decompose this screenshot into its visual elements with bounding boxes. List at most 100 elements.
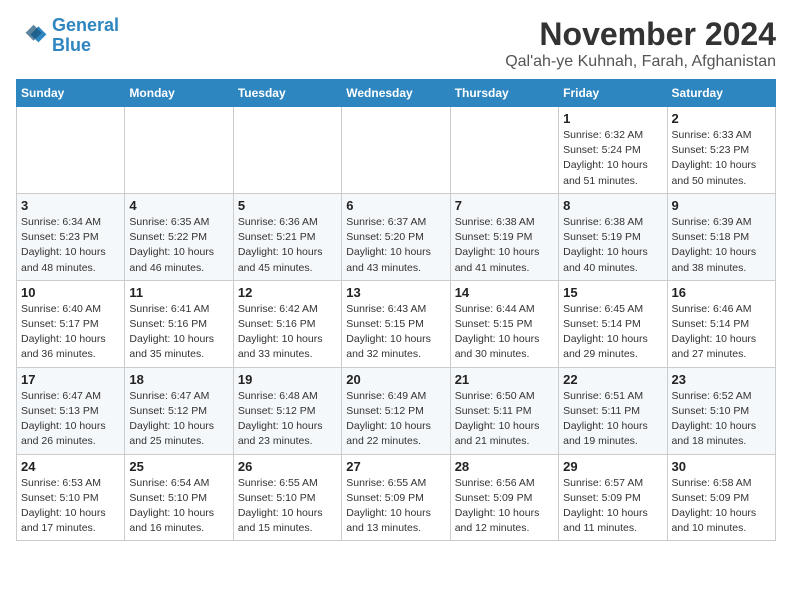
day-info: Sunrise: 6:52 AM Sunset: 5:10 PM Dayligh… — [672, 389, 771, 450]
day-number: 26 — [238, 459, 337, 474]
day-cell: 14 Sunrise: 6:44 AM Sunset: 5:15 PM Dayli… — [450, 280, 558, 367]
header-monday: Monday — [125, 80, 233, 107]
day-cell — [342, 107, 450, 194]
header-friday: Friday — [559, 80, 667, 107]
week-row-5: 24 Sunrise: 6:53 AM Sunset: 5:10 PM Dayli… — [17, 454, 776, 541]
title-section: November 2024 Qal'ah-ye Kuhnah, Farah, A… — [505, 16, 776, 71]
day-info: Sunrise: 6:55 AM Sunset: 5:09 PM Dayligh… — [346, 476, 445, 537]
day-cell: 1Sunrise: 6:32 AM Sunset: 5:24 PM Daylig… — [559, 107, 667, 194]
logo-icon — [16, 20, 48, 52]
day-number: 17 — [21, 372, 120, 387]
day-cell: 26 Sunrise: 6:55 AM Sunset: 5:10 PM Dayli… — [233, 454, 341, 541]
day-number: 11 — [129, 285, 228, 300]
day-number: 19 — [238, 372, 337, 387]
day-info: Sunrise: 6:44 AM Sunset: 5:15 PM Dayligh… — [455, 302, 554, 363]
day-info: Sunrise: 6:43 AM Sunset: 5:15 PM Dayligh… — [346, 302, 445, 363]
day-info: Sunrise: 6:48 AM Sunset: 5:12 PM Dayligh… — [238, 389, 337, 450]
header-saturday: Saturday — [667, 80, 775, 107]
day-cell: 8 Sunrise: 6:38 AM Sunset: 5:19 PM Daylig… — [559, 193, 667, 280]
day-info: Sunrise: 6:41 AM Sunset: 5:16 PM Dayligh… — [129, 302, 228, 363]
day-cell: 23 Sunrise: 6:52 AM Sunset: 5:10 PM Dayli… — [667, 367, 775, 454]
day-number: 24 — [21, 459, 120, 474]
day-number: 3 — [21, 198, 120, 213]
logo-line2: Blue — [52, 35, 91, 55]
calendar-header: SundayMondayTuesdayWednesdayThursdayFrid… — [17, 80, 776, 107]
header-row: SundayMondayTuesdayWednesdayThursdayFrid… — [17, 80, 776, 107]
day-number: 22 — [563, 372, 662, 387]
day-cell: 21 Sunrise: 6:50 AM Sunset: 5:11 PM Dayli… — [450, 367, 558, 454]
header: General Blue November 2024 Qal'ah-ye Kuh… — [16, 16, 776, 71]
day-cell: 19 Sunrise: 6:48 AM Sunset: 5:12 PM Dayli… — [233, 367, 341, 454]
day-cell: 12 Sunrise: 6:42 AM Sunset: 5:16 PM Dayli… — [233, 280, 341, 367]
day-cell — [233, 107, 341, 194]
day-number: 8 — [563, 198, 662, 213]
day-info: Sunrise: 6:49 AM Sunset: 5:12 PM Dayligh… — [346, 389, 445, 450]
day-number: 7 — [455, 198, 554, 213]
day-cell: 10Sunrise: 6:40 AM Sunset: 5:17 PM Dayli… — [17, 280, 125, 367]
day-cell: 7 Sunrise: 6:38 AM Sunset: 5:19 PM Daylig… — [450, 193, 558, 280]
day-number: 14 — [455, 285, 554, 300]
day-info: Sunrise: 6:54 AM Sunset: 5:10 PM Dayligh… — [129, 476, 228, 537]
day-number: 4 — [129, 198, 228, 213]
day-info: Sunrise: 6:38 AM Sunset: 5:19 PM Dayligh… — [563, 215, 662, 276]
day-cell: 20 Sunrise: 6:49 AM Sunset: 5:12 PM Dayli… — [342, 367, 450, 454]
day-number: 30 — [672, 459, 771, 474]
day-cell: 2Sunrise: 6:33 AM Sunset: 5:23 PM Daylig… — [667, 107, 775, 194]
day-cell: 11 Sunrise: 6:41 AM Sunset: 5:16 PM Dayli… — [125, 280, 233, 367]
day-info: Sunrise: 6:57 AM Sunset: 5:09 PM Dayligh… — [563, 476, 662, 537]
day-info: Sunrise: 6:40 AM Sunset: 5:17 PM Dayligh… — [21, 302, 120, 363]
day-number: 25 — [129, 459, 228, 474]
day-info: Sunrise: 6:58 AM Sunset: 5:09 PM Dayligh… — [672, 476, 771, 537]
header-tuesday: Tuesday — [233, 80, 341, 107]
calendar-body: 1Sunrise: 6:32 AM Sunset: 5:24 PM Daylig… — [17, 107, 776, 541]
day-number: 18 — [129, 372, 228, 387]
subtitle: Qal'ah-ye Kuhnah, Farah, Afghanistan — [505, 53, 776, 71]
day-info: Sunrise: 6:32 AM Sunset: 5:24 PM Dayligh… — [563, 128, 662, 189]
day-number: 9 — [672, 198, 771, 213]
day-number: 20 — [346, 372, 445, 387]
day-cell: 3Sunrise: 6:34 AM Sunset: 5:23 PM Daylig… — [17, 193, 125, 280]
week-row-2: 3Sunrise: 6:34 AM Sunset: 5:23 PM Daylig… — [17, 193, 776, 280]
day-cell: 18Sunrise: 6:47 AM Sunset: 5:12 PM Dayli… — [125, 367, 233, 454]
week-row-1: 1Sunrise: 6:32 AM Sunset: 5:24 PM Daylig… — [17, 107, 776, 194]
day-info: Sunrise: 6:56 AM Sunset: 5:09 PM Dayligh… — [455, 476, 554, 537]
day-info: Sunrise: 6:38 AM Sunset: 5:19 PM Dayligh… — [455, 215, 554, 276]
week-row-3: 10Sunrise: 6:40 AM Sunset: 5:17 PM Dayli… — [17, 280, 776, 367]
day-cell: 22 Sunrise: 6:51 AM Sunset: 5:11 PM Dayli… — [559, 367, 667, 454]
day-info: Sunrise: 6:51 AM Sunset: 5:11 PM Dayligh… — [563, 389, 662, 450]
day-info: Sunrise: 6:39 AM Sunset: 5:18 PM Dayligh… — [672, 215, 771, 276]
day-cell: 6 Sunrise: 6:37 AM Sunset: 5:20 PM Daylig… — [342, 193, 450, 280]
day-number: 29 — [563, 459, 662, 474]
day-number: 6 — [346, 198, 445, 213]
day-info: Sunrise: 6:46 AM Sunset: 5:14 PM Dayligh… — [672, 302, 771, 363]
day-info: Sunrise: 6:55 AM Sunset: 5:10 PM Dayligh… — [238, 476, 337, 537]
day-number: 21 — [455, 372, 554, 387]
day-cell: 29 Sunrise: 6:57 AM Sunset: 5:09 PM Dayli… — [559, 454, 667, 541]
day-number: 12 — [238, 285, 337, 300]
day-cell — [17, 107, 125, 194]
header-wednesday: Wednesday — [342, 80, 450, 107]
day-info: Sunrise: 6:47 AM Sunset: 5:13 PM Dayligh… — [21, 389, 120, 450]
logo-line1: General — [52, 15, 119, 35]
logo-text: General Blue — [52, 16, 119, 56]
logo: General Blue — [16, 16, 119, 56]
day-number: 23 — [672, 372, 771, 387]
day-number: 27 — [346, 459, 445, 474]
day-cell: 4Sunrise: 6:35 AM Sunset: 5:22 PM Daylig… — [125, 193, 233, 280]
day-info: Sunrise: 6:42 AM Sunset: 5:16 PM Dayligh… — [238, 302, 337, 363]
day-info: Sunrise: 6:37 AM Sunset: 5:20 PM Dayligh… — [346, 215, 445, 276]
day-cell — [125, 107, 233, 194]
header-thursday: Thursday — [450, 80, 558, 107]
day-number: 2 — [672, 111, 771, 126]
day-cell: 9 Sunrise: 6:39 AM Sunset: 5:18 PM Daylig… — [667, 193, 775, 280]
week-row-4: 17 Sunrise: 6:47 AM Sunset: 5:13 PM Dayli… — [17, 367, 776, 454]
day-number: 13 — [346, 285, 445, 300]
day-info: Sunrise: 6:36 AM Sunset: 5:21 PM Dayligh… — [238, 215, 337, 276]
day-cell: 17 Sunrise: 6:47 AM Sunset: 5:13 PM Dayli… — [17, 367, 125, 454]
day-info: Sunrise: 6:53 AM Sunset: 5:10 PM Dayligh… — [21, 476, 120, 537]
day-cell: 16Sunrise: 6:46 AM Sunset: 5:14 PM Dayli… — [667, 280, 775, 367]
day-cell: 25 Sunrise: 6:54 AM Sunset: 5:10 PM Dayli… — [125, 454, 233, 541]
day-cell: 30 Sunrise: 6:58 AM Sunset: 5:09 PM Dayli… — [667, 454, 775, 541]
day-info: Sunrise: 6:50 AM Sunset: 5:11 PM Dayligh… — [455, 389, 554, 450]
header-sunday: Sunday — [17, 80, 125, 107]
